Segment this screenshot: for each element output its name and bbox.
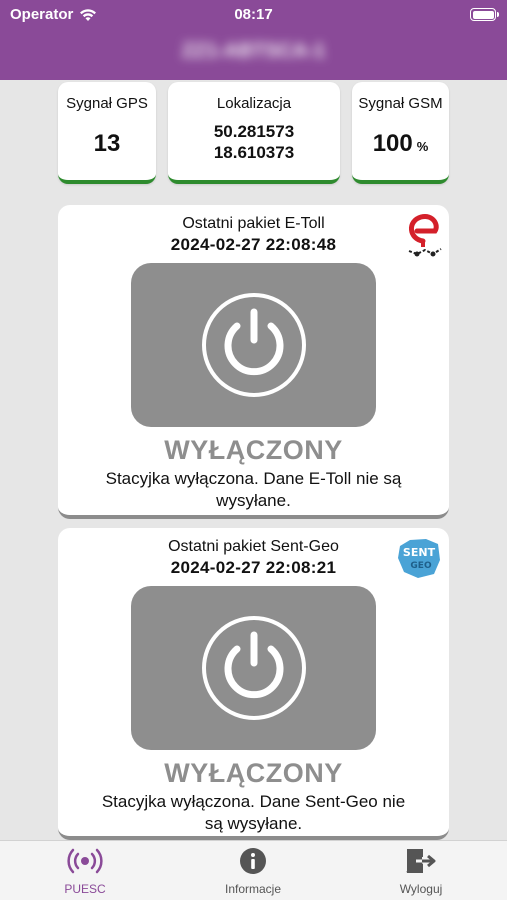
sentgeo-logo-text-sent: SENT [403,546,436,559]
tab-informacje-label: Informacje [224,882,282,896]
longitude-value: 18.610373 [213,143,295,162]
info-icon [240,848,266,874]
etoll-state: WYŁĄCZONY [164,435,343,465]
gsm-signal-label: Sygnał GSM [358,95,443,112]
battery-icon [470,8,499,21]
sentgeo-description: Stacyjka wyłączona. Dane Sent-Geo nie są… [101,792,406,833]
gps-signal-value: 13 [93,130,121,157]
gsm-signal-card: Sygnał GSM 100% [352,82,449,184]
etoll-caption: Ostatni pakiet E-Toll [182,215,325,232]
tab-puesc-label: PUESC [64,882,106,896]
logout-icon [406,849,436,873]
sentgeo-power-button[interactable] [131,586,376,750]
sentgeo-panel: Ostatni pakiet Sent-Geo 2024-02-27 22:08… [58,528,449,840]
app-header: Operator 08:17 ZZ1-ABTSCA-1 [0,0,507,80]
status-time: 08:17 [234,6,273,23]
etoll-panel: Ostatni pakiet E-Toll 2024-02-27 22:08:4… [58,205,449,519]
sentgeo-state: WYŁĄCZONY [164,758,343,788]
tab-wyloguj[interactable]: Wyloguj [361,847,481,896]
etoll-logo-icon [408,214,442,257]
location-card: Lokalizacja 50.281573 18.610373 [168,82,340,184]
signal-broadcast-icon [67,848,103,874]
etoll-description: Stacyjka wyłączona. Dane E-Toll nie są w… [105,469,402,510]
device-title: ZZ1-ABTSCA-1 [181,40,326,62]
sentgeo-logo-icon: SENT GEO [398,539,440,578]
etoll-datetime: 2024-02-27 22:08:48 [170,235,337,254]
latitude-value: 50.281573 [213,122,295,141]
etoll-power-button[interactable] [131,263,376,427]
tab-bar: PUESC Informacje Wyloguj [0,840,507,900]
gsm-signal-unit: % [416,139,429,154]
power-icon [201,616,306,720]
tab-wyloguj-label: Wyloguj [399,882,443,896]
sentgeo-caption: Ostatni pakiet Sent-Geo [168,538,339,555]
sentgeo-datetime: 2024-02-27 22:08:21 [170,558,337,577]
gsm-signal-readout: 100% [352,130,449,158]
tab-puesc[interactable]: PUESC [25,847,145,896]
power-icon [201,293,306,397]
tab-informacje[interactable]: Informacje [193,847,313,896]
sentgeo-logo-text-geo: GEO [410,561,432,571]
gps-signal-label: Sygnał GPS [66,95,148,112]
gsm-signal-value: 100 [372,130,413,157]
status-bar: Operator 08:17 [0,0,507,30]
gps-signal-card: Sygnał GPS 13 [58,82,156,184]
location-label: Lokalizacja [216,95,292,112]
